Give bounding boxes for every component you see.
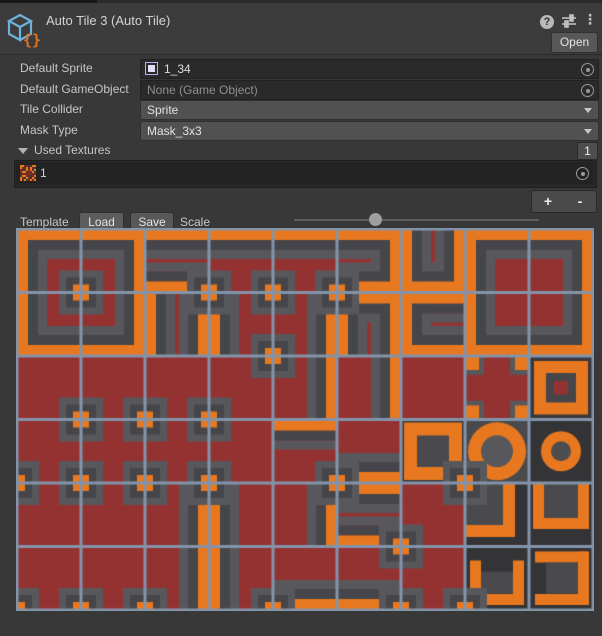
chevron-down-icon — [584, 108, 592, 113]
inspector-window: {} Auto Tile 3 (Auto Tile) ? ⋮ Open Defa… — [0, 0, 602, 636]
tile-template-grid[interactable] — [16, 228, 594, 611]
texture-list-item[interactable]: 1 — [16, 162, 593, 184]
tile-collider-dropdown[interactable]: Sprite — [140, 100, 599, 120]
texture-thumbnail-icon — [20, 165, 36, 181]
scale-slider-handle[interactable] — [369, 213, 382, 226]
help-icon[interactable]: ? — [539, 13, 555, 29]
auto-tile-script-icon: {} — [7, 12, 41, 48]
default-sprite-label: Default Sprite — [20, 59, 138, 77]
kebab-menu-icon[interactable]: ⋮ — [582, 11, 598, 27]
default-sprite-value: 1_34 — [164, 62, 191, 76]
scale-slider-track[interactable] — [294, 219, 539, 221]
used-textures-list: 1 — [14, 160, 597, 188]
default-sprite-field[interactable]: 1_34 — [140, 59, 599, 79]
mask-type-label: Mask Type — [20, 121, 138, 139]
add-item-button[interactable]: + — [532, 191, 564, 212]
remove-item-button[interactable]: - — [564, 191, 596, 212]
object-picker-icon[interactable] — [581, 84, 594, 97]
default-gameobject-value: None (Game Object) — [147, 83, 258, 97]
component-header[interactable]: {} Auto Tile 3 (Auto Tile) ? ⋮ Open — [0, 3, 602, 55]
default-gameobject-label: Default GameObject — [20, 80, 138, 98]
mask-type-value: Mask_3x3 — [147, 124, 202, 138]
array-size-field[interactable]: 1 — [577, 142, 598, 160]
component-title: Auto Tile 3 (Auto Tile) — [46, 13, 170, 28]
chevron-down-icon — [584, 129, 592, 134]
tile-collider-value: Sprite — [147, 103, 178, 117]
object-picker-icon[interactable] — [576, 167, 589, 180]
mask-type-dropdown[interactable]: Mask_3x3 — [140, 121, 599, 141]
foldout-triangle-icon[interactable] — [18, 148, 28, 154]
texture-name: 1 — [40, 166, 47, 180]
object-picker-icon[interactable] — [581, 63, 594, 76]
presets-icon[interactable] — [561, 14, 577, 28]
tile-collider-label: Tile Collider — [20, 100, 138, 118]
svg-text:{}: {} — [23, 31, 41, 48]
default-gameobject-field[interactable]: None (Game Object) — [140, 80, 599, 100]
sprite-icon — [145, 62, 158, 75]
list-add-remove-group: + - — [531, 190, 597, 213]
used-textures-label[interactable]: Used Textures — [34, 142, 110, 159]
open-button[interactable]: Open — [551, 32, 598, 53]
